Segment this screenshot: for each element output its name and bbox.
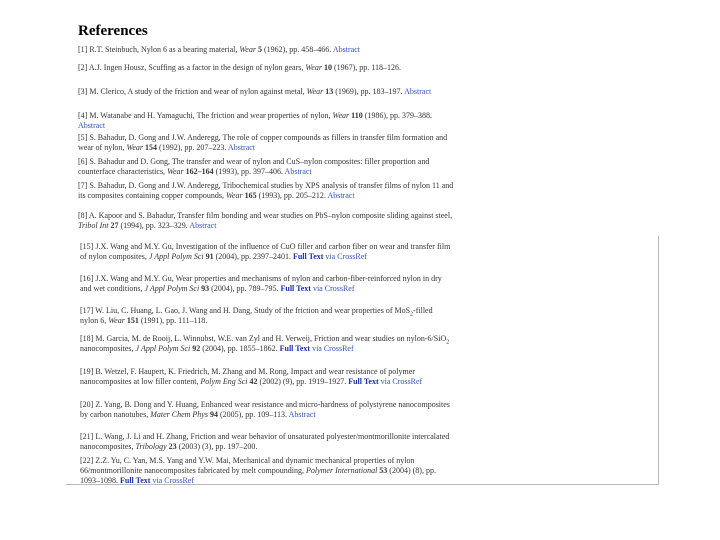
references-panel-bottom: [15] J.X. Wang and M.Y. Gu, Investigatio… [66, 236, 659, 485]
via-text: via [323, 252, 338, 261]
ref-text: [18] M. Garcia, M. de Rooij, L. Winnubst… [80, 334, 447, 343]
ref-text: [17] W. Liu, C. Huang, L. Gao, J. Wang a… [80, 306, 411, 315]
ref-pages: (2002) (9), pp. 1919–1927. [257, 377, 349, 386]
abstract-link[interactable]: Abstract [78, 121, 105, 130]
full-text-link[interactable]: Full Text [293, 252, 323, 261]
ref-journal: Wear [239, 45, 256, 54]
ref-journal: Tribology [135, 442, 167, 451]
full-text-link[interactable]: Full Text [120, 476, 150, 485]
reference-item: [6] S. Bahadur and D. Gong, The transfer… [78, 157, 458, 177]
ref-pages: (1962), pp. 458–466. [261, 45, 333, 54]
references-panel-top: [1] R.T. Steinbuch, Nylon 6 as a bearing… [66, 40, 458, 234]
ref-volume: 165 [244, 191, 257, 200]
crossref-link[interactable]: CrossRef [392, 377, 422, 386]
abstract-link[interactable]: Abstract [327, 191, 354, 200]
reference-item: [15] J.X. Wang and M.Y. Gu, Investigatio… [80, 242, 452, 262]
ref-text: [4] M. Watanabe and H. Yamaguchi, The fr… [78, 111, 333, 120]
abstract-link[interactable]: Abstract [333, 45, 360, 54]
ref-pages: (2004), pp. 789–795. [209, 284, 281, 293]
crossref-link[interactable]: CrossRef [164, 476, 194, 485]
crossref-link[interactable]: CrossRef [325, 284, 355, 293]
references-heading: References [78, 23, 148, 39]
full-text-link[interactable]: Full Text [280, 344, 310, 353]
reference-item: [2] A.J. Ingen Housz, Scuffing as a fact… [78, 63, 458, 73]
ref-journal: J Appl Polym Sci [144, 284, 200, 293]
ref-volume: 91 [205, 252, 214, 261]
crossref-link[interactable]: CrossRef [324, 344, 354, 353]
full-text-link[interactable]: Full Text [281, 284, 311, 293]
ref-pages: (1992), pp. 207–223. [157, 143, 228, 152]
crossref-link[interactable]: CrossRef [337, 252, 367, 261]
ref-volume: 42 [249, 377, 258, 386]
via-text: via [150, 476, 165, 485]
ref-text: [3] M. Clerico, A study of the friction … [78, 87, 307, 96]
via-text: via [378, 377, 393, 386]
reference-item: [1] R.T. Steinbuch, Nylon 6 as a bearing… [78, 45, 458, 55]
ref-pages: (2004), pp. 1855–1862. [200, 344, 280, 353]
abstract-link[interactable]: Abstract [285, 167, 312, 176]
ref-journal: Wear [305, 63, 322, 72]
abstract-link[interactable]: Abstract [228, 143, 255, 152]
reference-item: [7] S. Bahadur, D. Gong and J.W. Andereg… [78, 181, 458, 201]
ref-volume: 93 [201, 284, 210, 293]
ref-text: [1] R.T. Steinbuch, Nylon 6 as a bearing… [78, 45, 240, 54]
subscript: 2 [446, 339, 450, 346]
ref-pages: (1994), pp. 323–329. [118, 221, 190, 230]
ref-pages: (2005), pp. 109–113. [217, 410, 289, 419]
ref-journal: Polymer International [305, 466, 378, 475]
ref-pages: (1967), pp. 118–126. [331, 63, 401, 72]
ref-journal: Wear [332, 111, 350, 120]
ref-journal: Tribol Int [78, 221, 109, 230]
ref-pages: (1986), pp. 379–388. [362, 111, 433, 120]
reference-item: [21] L. Wang, J. Li and H. Zhang, Fricti… [80, 432, 452, 452]
via-text: via [310, 284, 325, 293]
ref-pages: (2003) (3), pp. 197–200. [176, 442, 258, 451]
ref-journal: J Appl Polym Sci [148, 252, 204, 261]
reference-item: [16] J.X. Wang and M.Y. Gu, Wear propert… [80, 274, 452, 294]
ref-pages: (1993), pp. 205–212. [256, 191, 328, 200]
abstract-link[interactable]: Abstract [189, 221, 216, 230]
ref-pages: (1993), pp. 397–406. [213, 167, 285, 176]
ref-volume: 154 [145, 143, 158, 152]
abstract-link[interactable]: Abstract [289, 410, 316, 419]
reference-item: [20] Z. Yang, B. Dong and Y. Huang, Enha… [80, 400, 452, 420]
ref-pages: (1991), pp. 111–118. [138, 316, 208, 325]
reference-item: [5] S. Bahadur, D. Gong and J.W. Andereg… [78, 133, 458, 153]
ref-volume: 94 [209, 410, 218, 419]
ref-volume: 23 [168, 442, 177, 451]
ref-journal: Wear [108, 316, 125, 325]
reference-item: [22] Z.Z. Yu, C. Yan, M.S. Yang and Y.W.… [80, 456, 452, 486]
full-text-link[interactable]: Full Text [348, 377, 378, 386]
ref-text: [2] A.J. Ingen Housz, Scuffing as a fact… [78, 63, 306, 72]
reference-item: [17] W. Liu, C. Huang, L. Gao, J. Wang a… [80, 306, 452, 326]
references-page: References [1] R.T. Steinbuch, Nylon 6 a… [0, 0, 720, 540]
ref-text: [8] A. Kapoor and S. Bahadur, Transfer f… [78, 211, 453, 220]
reference-item: [8] A. Kapoor and S. Bahadur, Transfer f… [78, 211, 458, 231]
ref-journal: Wear [306, 87, 324, 96]
ref-pages: (1969), pp. 183–197. [333, 87, 405, 96]
ref-volume: 151 [126, 316, 139, 325]
reference-item: [4] M. Watanabe and H. Yamaguchi, The fr… [78, 111, 458, 131]
ref-volume: 10 [323, 63, 332, 72]
ref-journal: Wear [225, 191, 243, 200]
ref-text: nanocomposites, [80, 344, 136, 353]
ref-journal: Wear [167, 167, 184, 176]
ref-journal: J Appl Polym Sci [135, 344, 191, 353]
ref-journal: Mater Chem Phys [150, 410, 208, 419]
ref-volume: 162–164 [185, 167, 214, 176]
reference-item: [18] M. Garcia, M. de Rooij, L. Winnubst… [80, 334, 452, 354]
ref-journal: Wear [126, 143, 144, 152]
reference-item: [3] M. Clerico, A study of the friction … [78, 87, 458, 97]
reference-item: [19] B. Wetzel, F. Haupert, K. Friedrich… [80, 367, 452, 387]
abstract-link[interactable]: Abstract [404, 87, 431, 96]
ref-pages: (2004), pp. 2397–2401. [213, 252, 293, 261]
ref-volume: 110 [351, 111, 363, 120]
ref-journal: Polym Eng Sci [200, 377, 248, 386]
via-text: via [310, 344, 324, 353]
